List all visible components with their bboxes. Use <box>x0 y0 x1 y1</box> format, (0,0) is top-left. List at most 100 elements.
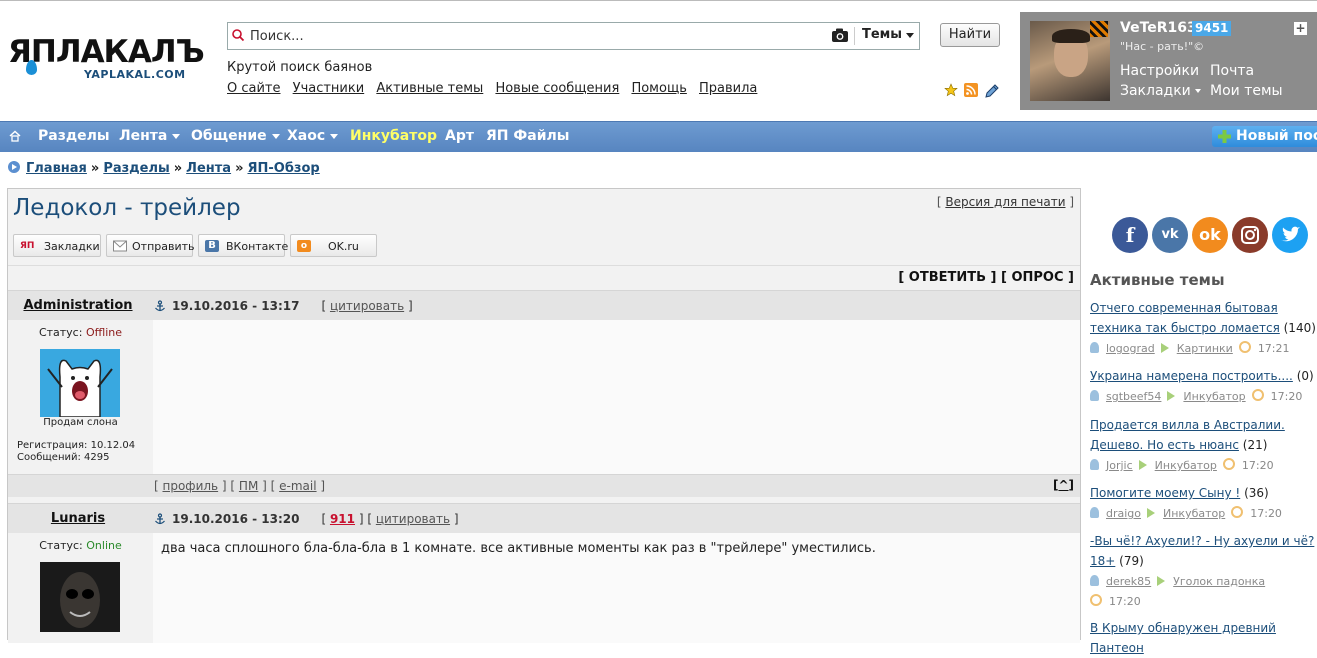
topic-user[interactable]: derek85 <box>1106 575 1151 588</box>
profile-link[interactable]: профиль <box>163 479 219 493</box>
my-topics-link[interactable]: Мои темы <box>1210 83 1283 99</box>
topic-link[interactable]: Отчего современная бытовая техника так б… <box>1090 301 1280 335</box>
anchor-icon[interactable] <box>154 300 166 312</box>
instagram-icon[interactable] <box>1232 217 1268 253</box>
topic-user[interactable]: logograd <box>1106 342 1155 355</box>
topic-link[interactable]: Помогите моему Сыну ! <box>1090 486 1240 500</box>
arrow-right-icon <box>1160 343 1169 353</box>
user-avatar-cat[interactable] <box>40 349 120 417</box>
settings-link[interactable]: Настройки <box>1120 63 1199 79</box>
topic-user[interactable]: draigo <box>1106 507 1141 520</box>
print-version-link[interactable]: Версия для печати <box>945 195 1065 209</box>
quote-link[interactable]: цитировать <box>376 512 450 526</box>
bookmarks-label: Закладки <box>1120 83 1191 99</box>
post-footer: [ профиль ] [ ПМ ] [ e-mail ] [^] <box>8 474 1080 497</box>
site-logo[interactable]: ЯПЛАКАЛЪ YAPLAKAL.COM <box>8 34 208 86</box>
reply-poll-links[interactable]: [ ОТВЕТИТЬ ] [ ОПРОС ] <box>898 270 1074 285</box>
topic-line: Помогите моему Сыну ! (36) <box>1090 483 1317 503</box>
user-status-value: Online <box>86 539 122 552</box>
vk-icon[interactable]: vk <box>1152 217 1188 253</box>
user-status-label: Статус: <box>38 326 83 339</box>
list-item: Продается вилла в Австралии. Дешево. Но … <box>1090 415 1317 475</box>
nav-art[interactable]: Арт <box>445 128 474 144</box>
nav-communication[interactable]: Общение <box>191 128 280 144</box>
breadcrumb-feed[interactable]: Лента <box>186 161 231 176</box>
breadcrumb-home[interactable]: Главная <box>26 161 87 176</box>
topic-user[interactable]: sgtbeef54 <box>1106 390 1161 403</box>
topic-section[interactable]: Инкубатор <box>1155 459 1217 472</box>
topic-time: 17:20 <box>1109 595 1141 608</box>
topic-section[interactable]: Картинки <box>1177 342 1233 355</box>
search-box: Темы <box>227 22 920 50</box>
link-members[interactable]: Участники <box>293 81 365 96</box>
home-icon[interactable] <box>9 130 21 142</box>
nav-files[interactable]: ЯП Файлы <box>486 128 569 144</box>
mail-link[interactable]: Почта <box>1210 63 1254 79</box>
email-link[interactable]: e-mail <box>279 479 316 493</box>
nav-sections[interactable]: Разделы <box>38 128 110 144</box>
breadcrumb-separator: » <box>90 161 100 176</box>
topic-time: 17:20 <box>1250 507 1282 520</box>
facebook-icon[interactable]: f <box>1112 217 1148 253</box>
breadcrumb-overview[interactable]: ЯП-Обзор <box>247 161 319 176</box>
list-item: Помогите моему Сыну ! (36) draigo Инкубат… <box>1090 483 1317 523</box>
user-avatar[interactable] <box>1030 21 1110 101</box>
pm-link[interactable]: ПМ <box>239 479 258 493</box>
post-author: Lunaris <box>8 511 148 526</box>
search-button[interactable]: Найти <box>940 23 1000 47</box>
share-ok-button[interactable]: o OK.ru <box>290 234 377 257</box>
page-title: Ледокол - трейлер <box>13 195 241 221</box>
anchor-icon[interactable] <box>154 513 166 525</box>
nav-feed[interactable]: Лента <box>119 128 181 144</box>
twitter-glyph <box>1281 226 1300 242</box>
nav-chaos-label: Хаос <box>287 128 326 144</box>
link-help[interactable]: Помощь <box>631 81 686 96</box>
topic-count: (79) <box>1119 554 1144 568</box>
yap-icon: ЯП <box>20 241 35 251</box>
share-bookmarks-button[interactable]: ЯП Закладки <box>13 234 101 257</box>
user-stats: Регистрация: 10.12.04 Сообщений: 4295 <box>17 440 135 464</box>
expand-icon[interactable]: + <box>1294 22 1307 35</box>
rss-icon[interactable] <box>964 83 978 97</box>
topic-section[interactable]: Инкубатор <box>1183 390 1245 403</box>
reputation-badge[interactable]: 9451 <box>1192 21 1232 36</box>
topic-line: -Вы чё!? Ахуели!? - Ну ахуели и чё? 18+ … <box>1090 531 1317 571</box>
odnoklassniki-icon[interactable]: ok <box>1192 217 1228 253</box>
topic-section[interactable]: Инкубатор <box>1163 507 1225 520</box>
post-author-link[interactable]: Administration <box>23 298 132 313</box>
nav-incubator[interactable]: Инкубатор <box>350 128 437 144</box>
quote-link[interactable]: цитировать <box>330 299 404 313</box>
search-input[interactable] <box>248 26 832 46</box>
user-icon <box>1090 459 1099 470</box>
list-item: В Крыму обнаружен древний Пантеон <box>1090 618 1317 658</box>
topic-link[interactable]: В Крыму обнаружен древний Пантеон <box>1090 621 1276 655</box>
username[interactable]: VeTeR163 <box>1120 20 1197 36</box>
link-about[interactable]: О сайте <box>227 81 281 96</box>
topic-link[interactable]: Украина намерена построить.... <box>1090 369 1293 383</box>
nav-chaos[interactable]: Хаос <box>287 128 339 144</box>
search-scope-select[interactable]: Темы <box>862 27 902 42</box>
clock-icon <box>1238 341 1251 353</box>
back-to-top-link[interactable]: ^ <box>1058 478 1068 492</box>
topic-section[interactable]: Уголок падонка <box>1173 575 1265 588</box>
chevron-down-icon[interactable] <box>906 33 914 38</box>
arrow-right-icon <box>1167 391 1176 401</box>
breadcrumb-sections[interactable]: Разделы <box>103 161 169 176</box>
star-icon[interactable] <box>944 83 958 97</box>
twitter-icon[interactable] <box>1272 217 1308 253</box>
topic-line: Украина намерена построить.... (0) <box>1090 366 1317 386</box>
camera-icon[interactable] <box>831 27 849 43</box>
share-vk-button[interactable]: B ВКонтакте <box>198 234 288 257</box>
post-rating[interactable]: 911 <box>330 512 355 526</box>
post-author-link[interactable]: Lunaris <box>51 511 105 526</box>
topic-user[interactable]: Jorjic <box>1106 459 1133 472</box>
user-avatar-mask[interactable] <box>40 562 120 632</box>
topic-count: (36) <box>1244 486 1269 500</box>
pencil-icon[interactable] <box>984 83 1000 99</box>
share-send-button[interactable]: Отправить <box>106 234 195 257</box>
link-active-topics[interactable]: Активные темы <box>376 81 483 96</box>
new-post-button[interactable]: Новый пост <box>1212 126 1317 147</box>
link-new-messages[interactable]: Новые сообщения <box>495 81 619 96</box>
bookmarks-menu[interactable]: Закладки <box>1120 83 1201 99</box>
link-rules[interactable]: Правила <box>699 81 757 96</box>
